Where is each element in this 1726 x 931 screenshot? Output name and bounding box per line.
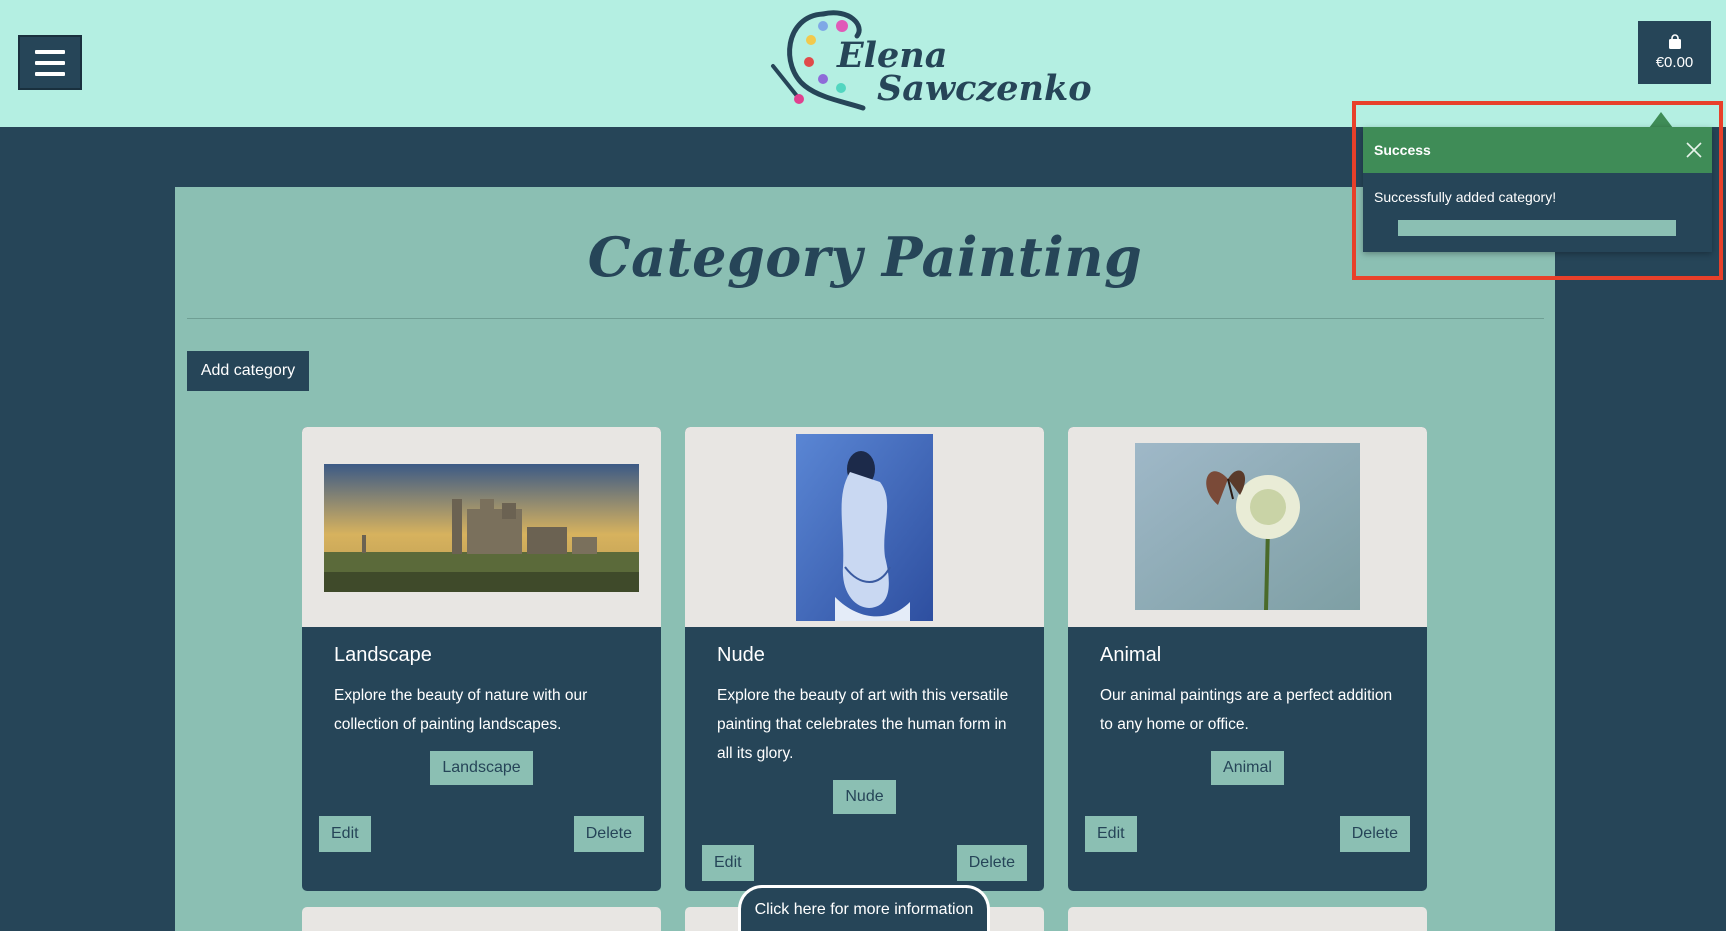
cart-button[interactable]: €0.00 [1638, 21, 1711, 84]
card-description: Our animal paintings are a perfect addit… [1100, 687, 1393, 733]
category-image-landscape[interactable] [302, 427, 661, 627]
card-description: Explore the beauty of nature with our co… [334, 687, 588, 733]
card-body: Animal Our animal paintings are a perfec… [1068, 627, 1427, 785]
edit-button[interactable]: Edit [319, 816, 371, 852]
delete-button[interactable]: Delete [573, 816, 644, 852]
card-title: Animal [1100, 644, 1162, 666]
edit-button[interactable]: Edit [1085, 816, 1137, 852]
hamburger-menu-button[interactable] [18, 35, 82, 90]
card-body: Nude Explore the beauty of art with this… [685, 627, 1044, 814]
page-title: Category Painting [587, 225, 1143, 289]
category-card-stub [1068, 907, 1427, 931]
toast-title: Success [1374, 142, 1431, 158]
add-category-button[interactable]: Add category [187, 351, 309, 391]
site-logo[interactable]: Elena Sawczenko [765, 6, 1092, 116]
landscape-painting-image [324, 464, 639, 592]
category-card-landscape: Landscape Explore the beauty of nature w… [302, 427, 661, 891]
more-information-button[interactable]: Click here for more information [738, 885, 990, 931]
animal-painting-image [1135, 443, 1360, 611]
delete-button[interactable]: Delete [1339, 816, 1410, 852]
logo-last-name: Sawczenko [877, 68, 1092, 109]
category-badge[interactable]: Nude [833, 780, 896, 814]
toast-header: Success [1363, 127, 1712, 173]
category-card-nude: Nude Explore the beauty of art with this… [685, 427, 1044, 891]
card-description: Explore the beauty of art with this vers… [717, 687, 1009, 762]
cart-total: €0.00 [1655, 54, 1694, 71]
toast-pointer [1649, 112, 1673, 128]
hamburger-icon-bar [35, 60, 65, 65]
toast-message: Successfully added category! [1374, 189, 1557, 205]
category-card-stub [302, 907, 661, 931]
nude-painting-image [796, 434, 933, 621]
close-icon[interactable] [1684, 140, 1704, 160]
divider [187, 318, 1544, 319]
success-toast: Success Successfully added category! [1363, 127, 1712, 252]
delete-button[interactable]: Delete [956, 845, 1027, 881]
category-card-animal: Animal Our animal paintings are a perfec… [1068, 427, 1427, 891]
edit-button[interactable]: Edit [702, 845, 754, 881]
hamburger-icon-bar [35, 49, 65, 54]
card-body: Landscape Explore the beauty of nature w… [302, 627, 661, 785]
shopping-bag-icon [1668, 34, 1681, 49]
card-title: Nude [717, 644, 765, 666]
category-image-nude[interactable] [685, 427, 1044, 627]
toast-progress-bar [1398, 220, 1676, 236]
category-image-animal[interactable] [1068, 427, 1427, 627]
category-badge[interactable]: Animal [1211, 751, 1284, 785]
hamburger-icon-bar [35, 71, 65, 76]
card-title: Landscape [334, 644, 432, 666]
category-badge[interactable]: Landscape [430, 751, 533, 785]
